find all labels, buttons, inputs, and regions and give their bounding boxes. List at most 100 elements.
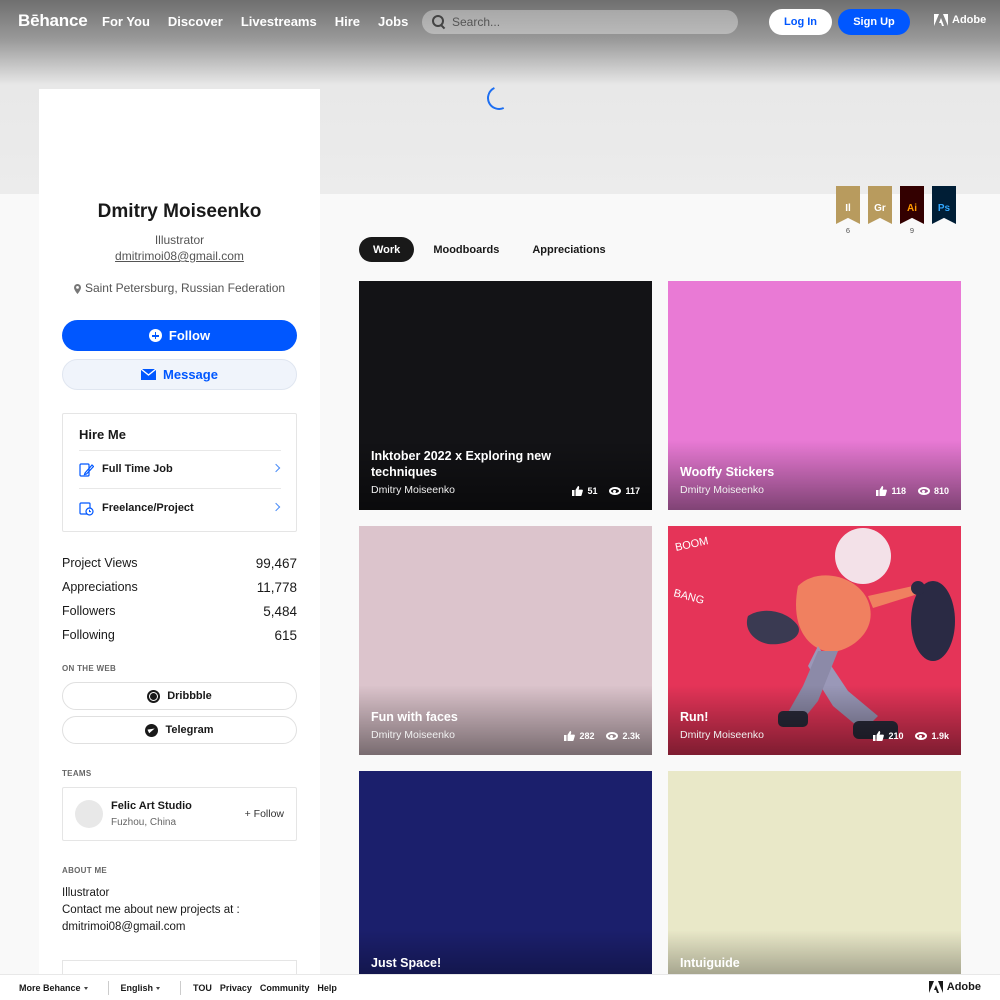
project-owner[interactable]: Dmitry Moiseenko: [371, 729, 455, 741]
stat-row[interactable]: Following 615: [62, 623, 297, 647]
team-card[interactable]: Felic Art Studio Fuzhou, China + Follow: [62, 787, 297, 841]
eye-icon: [915, 732, 928, 740]
tab-moodboards[interactable]: Moodboards: [419, 237, 513, 262]
dribbble-link[interactable]: Dribbble: [62, 682, 297, 710]
stat-value: 99,467: [255, 555, 297, 571]
footer-divider: [180, 980, 182, 995]
location-text: Saint Petersburg, Russian Federation: [84, 281, 286, 295]
project-owner[interactable]: Dmitry Moiseenko: [680, 729, 764, 741]
stat-label: Appreciations: [62, 580, 138, 594]
badge-count: 9: [909, 226, 915, 235]
stat-label: Followers: [62, 604, 116, 618]
web-link-label: Dribbble: [167, 690, 212, 702]
nav-link-livestreams[interactable]: Livestreams: [241, 14, 317, 29]
profile-email[interactable]: dmitrimoi08@gmail.com: [39, 249, 320, 263]
eye-icon: [609, 487, 622, 495]
team-name[interactable]: Felic Art Studio: [111, 800, 192, 812]
likes-count: 118: [891, 486, 906, 496]
project-card[interactable]: Wooffy Stickers Dmitry Moiseenko 118 810: [668, 281, 961, 510]
hire-option-freelance[interactable]: Freelance/Project: [79, 495, 281, 521]
svg-text:BOOM: BOOM: [674, 535, 709, 554]
language-selector[interactable]: English: [121, 983, 161, 993]
project-title[interactable]: Inktober 2022 x Exploring new techniques: [371, 448, 581, 480]
stat-label: Following: [62, 628, 115, 642]
top-navigation: Bēhance For You Discover Livestreams Hir…: [0, 0, 1000, 44]
search-bar[interactable]: [422, 10, 738, 34]
team-follow-button[interactable]: + Follow: [245, 808, 284, 820]
contract-pen-icon: [79, 462, 95, 477]
tab-appreciations[interactable]: Appreciations: [518, 237, 619, 262]
envelope-icon: [141, 369, 157, 380]
stat-value: 615: [274, 627, 297, 643]
project-card[interactable]: BOOM BANG Run! Dmitry Moiseenko 210 1.9k: [668, 526, 961, 755]
follow-button[interactable]: Follow: [62, 320, 297, 351]
stat-value: 11,778: [256, 579, 297, 595]
profile-location: Saint Petersburg, Russian Federation: [39, 281, 320, 295]
project-stats: 282 2.3k: [564, 731, 640, 741]
search-input[interactable]: [452, 15, 722, 29]
dribbble-icon: [147, 689, 161, 703]
nav-link-jobs[interactable]: Jobs: [378, 14, 408, 29]
adobe-footer-link[interactable]: Adobe: [928, 981, 981, 993]
project-title[interactable]: Wooffy Stickers: [680, 464, 890, 480]
project-card[interactable]: Intuiguide: [668, 771, 961, 1000]
login-button[interactable]: Log In: [769, 9, 832, 35]
badge-ribbon: Ai: [900, 186, 924, 224]
signup-button[interactable]: Sign Up: [838, 9, 910, 35]
profile-occupation: Illustrator: [154, 233, 205, 247]
plus-circle-icon: [148, 329, 162, 342]
badge-count: [868, 226, 892, 236]
hire-option-full-time[interactable]: Full Time Job: [79, 456, 281, 482]
nav-link-for-you[interactable]: For You: [102, 14, 150, 29]
project-owner[interactable]: Dmitry Moiseenko: [680, 484, 764, 496]
footer-link-tou[interactable]: TOU: [193, 983, 212, 993]
badge-illustrator[interactable]: Ai 9: [900, 186, 924, 236]
stat-row: Project Views 99,467: [62, 551, 297, 575]
footer-link-privacy[interactable]: Privacy: [220, 983, 252, 993]
project-owner[interactable]: Dmitry Moiseenko: [371, 484, 455, 496]
more-behance-menu[interactable]: More Behance: [19, 983, 88, 993]
badge-ribbon: Il: [836, 186, 860, 224]
tool-badges: Il 6 Gr Ai 9 Ps: [836, 186, 956, 236]
project-title[interactable]: Fun with faces: [371, 709, 581, 725]
tab-work[interactable]: Work: [359, 237, 415, 262]
hire-divider: [79, 450, 281, 451]
behance-logo[interactable]: Bēhance: [18, 11, 88, 31]
footer-link-help[interactable]: Help: [317, 983, 337, 993]
svg-text:BANG: BANG: [672, 587, 705, 607]
stat-row[interactable]: Followers 5,484: [62, 599, 297, 623]
nav-link-discover[interactable]: Discover: [168, 14, 223, 29]
profile-tabs: Work Moodboards Appreciations: [359, 237, 625, 262]
hire-option-label: Freelance/Project: [102, 502, 194, 514]
project-stats: 210 1.9k: [873, 731, 949, 741]
about-me-text: Illustrator Contact me about new project…: [62, 885, 302, 936]
footer-link-community[interactable]: Community: [260, 983, 310, 993]
stat-value: 5,484: [263, 603, 297, 619]
project-card[interactable]: Just Space!: [359, 771, 652, 1000]
views-count: 1.9k: [931, 731, 949, 741]
follow-label: Follow: [168, 328, 211, 343]
more-behance-label: More Behance: [19, 982, 81, 993]
about-line: dmitrimoi08@gmail.com: [62, 921, 186, 933]
message-button[interactable]: Message: [62, 359, 297, 390]
adobe-link[interactable]: Adobe: [934, 14, 986, 26]
project-card[interactable]: Fun with faces Dmitry Moiseenko 282 2.3k: [359, 526, 652, 755]
hire-option-label: Full Time Job: [102, 463, 173, 475]
badge-photoshop[interactable]: Ps: [932, 186, 956, 236]
project-title[interactable]: Just Space!: [371, 955, 581, 971]
project-title[interactable]: Run!: [680, 709, 890, 725]
eye-icon: [917, 487, 930, 495]
thumbs-up-icon: [876, 486, 888, 496]
footer-divider: [107, 980, 109, 995]
hire-me-panel: Hire Me Full Time Job Freelance/Project: [62, 413, 297, 532]
project-title[interactable]: Intuiguide: [680, 955, 890, 971]
badge-illustrator-draw[interactable]: Il 6: [836, 186, 860, 236]
nav-link-hire[interactable]: Hire: [335, 14, 360, 29]
project-card[interactable]: Inktober 2022 x Exploring new techniques…: [359, 281, 652, 510]
badge-count: [932, 226, 956, 236]
badge-gravit[interactable]: Gr: [868, 186, 892, 236]
telegram-link[interactable]: Telegram: [62, 716, 297, 744]
views-count: 117: [625, 486, 640, 496]
likes-count: 51: [587, 486, 598, 496]
about-line: Contact me about new projects at :: [62, 904, 240, 916]
